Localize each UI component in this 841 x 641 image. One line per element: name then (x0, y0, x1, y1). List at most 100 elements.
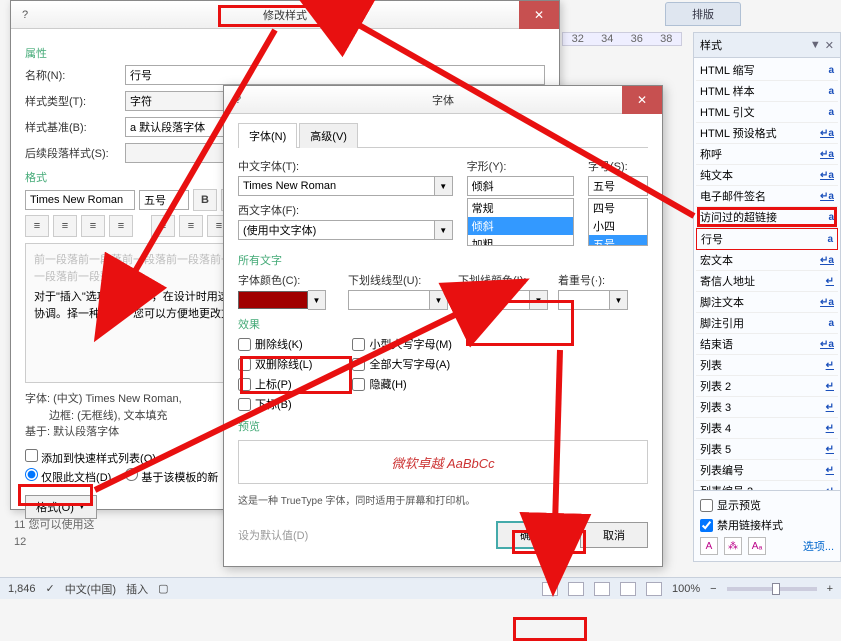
align-right-button[interactable]: ≡ (81, 215, 105, 237)
font-shape-input[interactable] (467, 176, 574, 196)
chevron-down-icon[interactable]: ▼ (435, 176, 453, 196)
template-radio[interactable]: 基于该模板的新 (125, 468, 218, 485)
style-item[interactable]: 电子邮件签名↵a (696, 186, 838, 207)
close-icon[interactable]: ✕ (519, 1, 559, 29)
zoom-in-button[interactable]: + (827, 583, 833, 595)
chevron-down-icon[interactable]: ▼ (308, 290, 326, 310)
style-item[interactable]: 宏文本↵a (696, 250, 838, 271)
help-icon[interactable]: ? (224, 94, 252, 106)
strike-label: 删除线(K) (255, 336, 303, 352)
format-size-select[interactable] (139, 190, 189, 210)
west-font-select[interactable] (238, 220, 435, 240)
outline-view-icon[interactable] (620, 582, 636, 596)
style-item[interactable]: 脚注文本↵a (696, 292, 838, 313)
hidden-check[interactable]: 隐藏(H) (352, 376, 452, 392)
styles-list[interactable]: HTML 缩写aHTML 样本aHTML 引文aHTML 预设格式↵a称呼↵a纯… (694, 58, 840, 490)
list-item[interactable]: 四号 (589, 199, 647, 217)
status-insert[interactable]: 插入 (126, 581, 148, 597)
style-item[interactable]: 列表↵ (696, 355, 838, 376)
zoom-out-button[interactable]: − (710, 583, 716, 595)
status-chars[interactable]: 1,846 (8, 583, 36, 595)
add-quicklist-check[interactable]: 添加到快速样式列表(Q) (25, 449, 156, 466)
style-item[interactable]: 访问过的超链接a (696, 207, 838, 228)
set-default-button[interactable]: 设为默认值(D) (238, 527, 308, 543)
style-item[interactable]: 列表 3↵ (696, 397, 838, 418)
style-item[interactable]: 称呼↵a (696, 144, 838, 165)
sub-check[interactable]: 下标(B) (238, 396, 312, 412)
smallcap-check[interactable]: 小型大写字母(M) (352, 336, 452, 352)
style-item-name: 列表编号 (700, 462, 744, 478)
style-item[interactable]: HTML 预设格式↵a (696, 123, 838, 144)
list-item-selected[interactable]: 五号 (589, 235, 647, 246)
draft-view-icon[interactable] (646, 582, 662, 596)
font-size-input[interactable] (588, 176, 648, 196)
accent-select[interactable] (558, 290, 610, 310)
style-item[interactable]: 列表编号 2↵ (696, 481, 838, 490)
style-item[interactable]: HTML 样本a (696, 81, 838, 102)
align-left-button[interactable]: ≡ (25, 215, 49, 237)
underline-color-select[interactable] (458, 290, 530, 310)
font-color-select[interactable]: ▼ (238, 290, 338, 310)
style-item[interactable]: 行号a (696, 228, 838, 250)
proofing-icon[interactable]: ✓ (46, 582, 55, 595)
style-item[interactable]: 纯文本↵a (696, 165, 838, 186)
dstrike-check[interactable]: 双删除线(L) (238, 356, 312, 372)
macro-icon[interactable]: ▢ (158, 582, 168, 595)
options-link[interactable]: 选项... (803, 538, 834, 554)
style-item[interactable]: 列表 2↵ (696, 376, 838, 397)
list-item[interactable]: 小四 (589, 217, 647, 235)
reading-view-icon[interactable] (568, 582, 584, 596)
ribbon-tab-layout[interactable]: 排版 (665, 2, 741, 26)
allcap-check[interactable]: 全部大写字母(A) (352, 356, 452, 372)
style-item[interactable]: 列表编号↵ (696, 460, 838, 481)
style-inspector-icon[interactable]: ⁂ (724, 537, 742, 555)
tab-font[interactable]: 字体(N) (238, 123, 297, 148)
style-item[interactable]: 结束语↵a (696, 334, 838, 355)
style-item-badge: ↵a (820, 191, 834, 202)
style-item[interactable]: HTML 引文a (696, 102, 838, 123)
chevron-down-icon[interactable]: ▼ (430, 290, 448, 310)
style-item[interactable]: 列表 5↵ (696, 439, 838, 460)
manage-styles-icon[interactable]: Aₐ (748, 537, 766, 555)
underline-type-select[interactable] (348, 290, 430, 310)
ok-button[interactable]: 确定 (496, 521, 566, 549)
bold-button[interactable]: B (193, 189, 217, 211)
list-item-selected[interactable]: 倾斜 (468, 217, 573, 235)
zoom-level[interactable]: 100% (672, 583, 700, 595)
close-icon[interactable]: ✕ (825, 39, 834, 52)
style-item[interactable]: 脚注引用a (696, 313, 838, 334)
close-icon[interactable]: ✕ (622, 86, 662, 114)
chevron-down-icon[interactable]: ▼ (810, 39, 821, 52)
web-view-icon[interactable] (594, 582, 610, 596)
format-font-select[interactable] (25, 190, 135, 210)
status-language[interactable]: 中文(中国) (65, 581, 116, 597)
super-check[interactable]: 上标(P) (238, 376, 312, 392)
align-center-button[interactable]: ≡ (53, 215, 77, 237)
only-doc-radio[interactable]: 仅限此文档(D) (25, 468, 111, 485)
format-dropdown-button[interactable]: 格式(O) ▼ (25, 495, 97, 519)
strike-check[interactable]: 删除线(K) (238, 336, 312, 352)
style-name-input[interactable] (125, 65, 545, 85)
chevron-down-icon[interactable]: ▼ (610, 290, 628, 310)
style-item[interactable]: 列表 4↵ (696, 418, 838, 439)
print-layout-view-icon[interactable] (542, 582, 558, 596)
list-item[interactable]: 常规 (468, 199, 573, 217)
spacing-inc-button[interactable]: ≡ (179, 215, 203, 237)
font-shape-list[interactable]: 常规 倾斜 加粗 (467, 198, 574, 246)
line-spacing-button[interactable]: ≡ (151, 215, 175, 237)
align-justify-button[interactable]: ≡ (109, 215, 133, 237)
new-style-icon[interactable]: A (700, 537, 718, 555)
list-item[interactable]: 加粗 (468, 235, 573, 246)
style-item[interactable]: 寄信人地址↵ (696, 271, 838, 292)
style-item[interactable]: HTML 缩写a (696, 60, 838, 81)
help-icon[interactable]: ? (11, 9, 39, 21)
zoom-slider[interactable] (727, 587, 817, 591)
disable-linked-check[interactable]: 禁用链接样式 (700, 517, 834, 533)
cn-font-select[interactable] (238, 176, 435, 196)
cancel-button[interactable]: 取消 (580, 522, 648, 548)
chevron-down-icon[interactable]: ▼ (435, 220, 453, 240)
show-preview-check[interactable]: 显示预览 (700, 497, 834, 513)
tab-advanced[interactable]: 高级(V) (299, 123, 358, 148)
font-size-list[interactable]: 四号 小四 五号 (588, 198, 648, 246)
chevron-down-icon[interactable]: ▼ (530, 290, 548, 310)
